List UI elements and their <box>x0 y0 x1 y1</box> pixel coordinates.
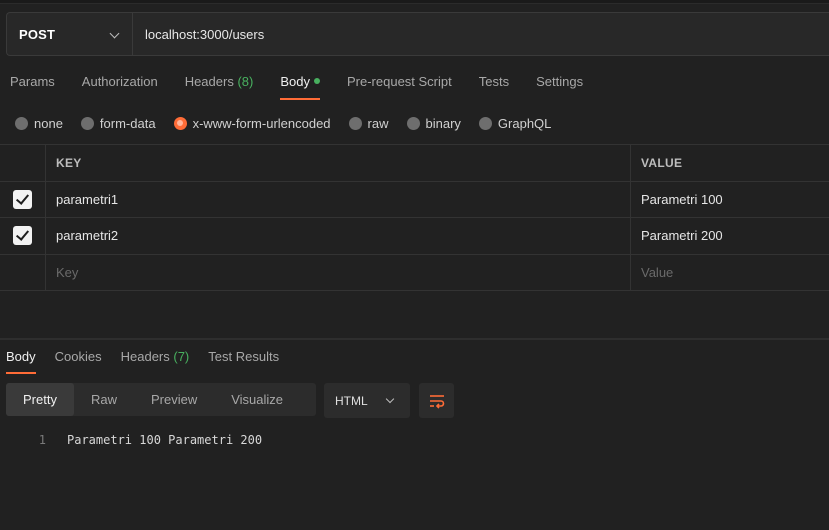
format-label: HTML <box>335 393 368 408</box>
view-mode-raw[interactable]: Raw <box>74 383 134 416</box>
tab-label: Pre-request Script <box>346 74 452 89</box>
response-headers-count: (7) <box>173 349 190 364</box>
radio-button-icon[interactable] <box>80 116 94 130</box>
modified-dot-icon <box>313 78 320 84</box>
wrap-lines-icon <box>429 394 444 409</box>
table-row: parametri2 Parametri 200 <box>0 218 829 255</box>
check-icon[interactable] <box>13 226 32 246</box>
row-check-cell <box>0 254 46 290</box>
tab-label: Test Results <box>208 349 280 364</box>
method-label: POST <box>19 26 56 42</box>
chevron-down-icon <box>385 394 395 404</box>
radio-button-icon[interactable] <box>478 116 492 130</box>
response-tab-test-results[interactable]: Test Results <box>208 346 279 374</box>
view-mode-pretty[interactable]: Pretty <box>6 383 74 416</box>
chevron-down-icon <box>109 28 120 39</box>
radio-label: GraphQL <box>497 115 552 131</box>
body-type-radios: none form-data x-www-form-urlencoded raw… <box>0 112 554 134</box>
response-tab-headers[interactable]: Headers (7) <box>121 346 190 374</box>
radio-button-icon[interactable] <box>406 116 420 130</box>
headers-count: (8) <box>237 74 254 89</box>
request-bar: POST <box>6 12 829 56</box>
radio-button-selected-icon[interactable] <box>173 116 187 130</box>
response-tab-body[interactable]: Body <box>6 346 36 374</box>
response-divider[interactable] <box>0 338 829 340</box>
line-number: 1 <box>38 433 46 447</box>
format-select[interactable]: HTML <box>324 383 410 418</box>
tab-tests[interactable]: Tests <box>469 66 509 100</box>
tab-label: Headers <box>120 349 170 364</box>
view-mode-switch: Pretty Raw Preview Visualize <box>6 383 316 416</box>
radio-raw[interactable]: raw <box>348 115 389 131</box>
response-code-line: 1 Parametri 100 Parametri 200 <box>0 431 262 449</box>
radio-x-www-form-urlencoded[interactable]: x-www-form-urlencoded <box>173 115 331 131</box>
tab-label: Settings <box>536 74 584 89</box>
radio-label: raw <box>367 115 389 131</box>
table-row-empty: Key Value <box>0 254 829 291</box>
radio-button-icon[interactable] <box>348 116 362 130</box>
radio-graphql[interactable]: GraphQL <box>478 115 552 131</box>
table-header-check-cell <box>0 145 46 181</box>
view-mode-visualize[interactable]: Visualize <box>214 383 300 416</box>
tab-pre-request-script[interactable]: Pre-request Script <box>337 66 452 100</box>
tab-label: Cookies <box>54 349 102 364</box>
tab-settings[interactable]: Settings <box>526 66 583 100</box>
column-header-key: KEY <box>46 145 631 181</box>
tab-headers[interactable]: Headers (8) <box>175 66 254 100</box>
radio-label: x-www-form-urlencoded <box>192 115 331 131</box>
response-tab-cookies[interactable]: Cookies <box>55 346 102 374</box>
url-input[interactable] <box>133 13 829 55</box>
tab-label: Authorization <box>81 74 158 89</box>
radio-label: binary <box>425 115 461 131</box>
row-check-cell <box>0 218 46 254</box>
row-key[interactable]: parametri2 <box>46 218 631 254</box>
top-bar <box>0 0 829 4</box>
row-value[interactable]: Parametri 100 <box>631 182 829 218</box>
row-check-cell <box>0 181 46 217</box>
row-key[interactable]: parametri1 <box>46 181 631 217</box>
radio-none[interactable]: none <box>15 116 63 131</box>
response-body-text[interactable]: Parametri 100 Parametri 200 <box>67 433 262 447</box>
new-value-input[interactable]: Value <box>631 255 829 291</box>
new-key-input[interactable]: Key <box>46 254 631 290</box>
response-tabs: Body Cookies Headers (7) Test Results <box>0 346 292 374</box>
table-header-row: KEY VALUE <box>0 145 829 182</box>
check-icon[interactable] <box>13 189 32 209</box>
tab-label: Body <box>280 74 310 89</box>
tab-body[interactable]: Body <box>270 66 320 100</box>
tab-label: Tests <box>478 74 510 89</box>
tab-authorization[interactable]: Authorization <box>72 66 158 100</box>
view-mode-preview[interactable]: Preview <box>134 383 214 416</box>
tab-label: Params <box>10 74 55 89</box>
params-table: KEY VALUE parametri1 Parametri 100 param… <box>0 144 829 291</box>
row-value[interactable]: Parametri 200 <box>631 218 829 254</box>
radio-button-icon[interactable] <box>15 116 28 130</box>
radio-label: none <box>34 115 63 131</box>
table-row: parametri1 Parametri 100 <box>0 181 829 218</box>
column-header-value: VALUE <box>641 155 683 170</box>
method-select[interactable]: POST <box>7 13 133 55</box>
radio-binary[interactable]: binary <box>406 115 461 131</box>
radio-label: form-data <box>99 115 156 131</box>
tab-params[interactable]: Params <box>0 66 55 100</box>
radio-form-data[interactable]: form-data <box>80 115 156 131</box>
request-tabs: Params Authorization Headers (8) Body Pr… <box>0 66 600 100</box>
tab-label: Headers <box>184 74 234 89</box>
wrap-lines-button[interactable] <box>419 383 454 418</box>
tab-label: Body <box>6 349 36 364</box>
